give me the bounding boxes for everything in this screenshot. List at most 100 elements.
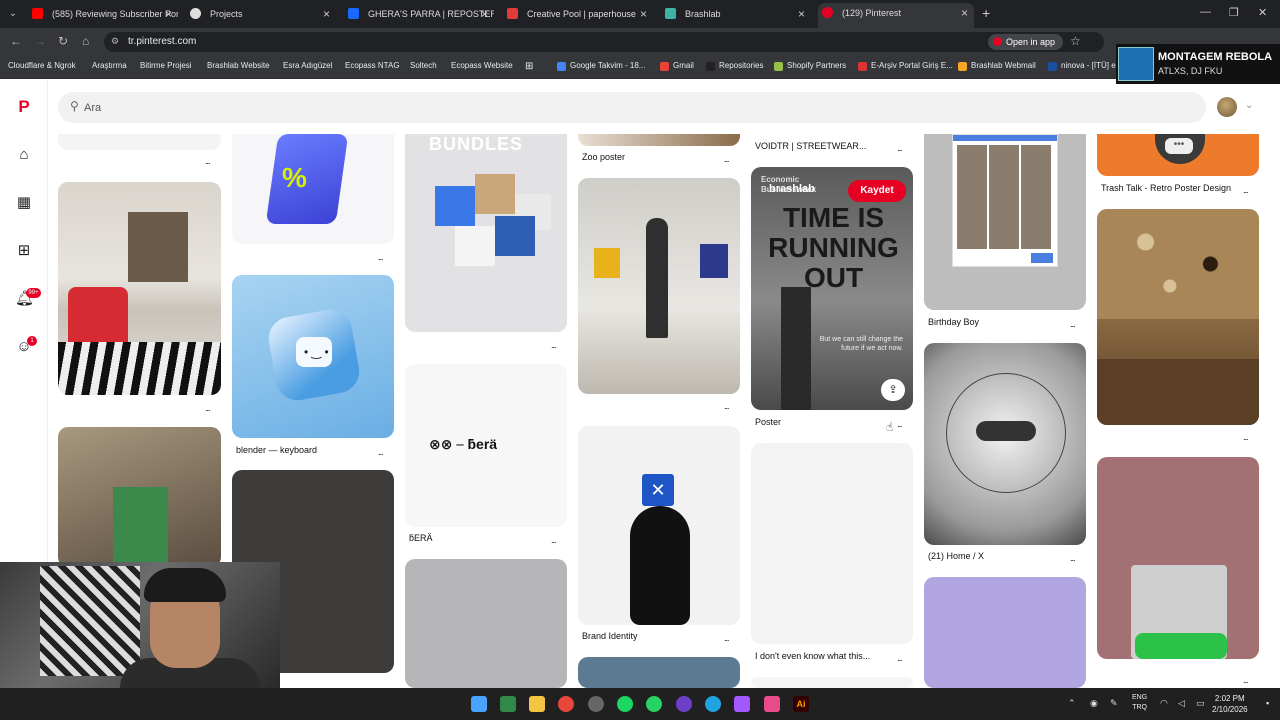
bookmark-item[interactable]: Bitirme Projesi (140, 61, 192, 70)
bookmark-item[interactable]: Brashlab Webmail (958, 61, 1036, 71)
tab-search-icon[interactable]: ⌄ (4, 5, 22, 23)
chevron-down-icon[interactable]: ⌄ (1245, 100, 1253, 111)
pin-image-hat[interactable] (1097, 209, 1259, 425)
more-options-icon[interactable]: ... (1243, 185, 1248, 195)
more-options-icon[interactable]: ... (205, 403, 210, 413)
explore-icon[interactable]: ▦ (15, 194, 33, 212)
pin-image-box[interactable] (58, 427, 221, 567)
pin-image-discount[interactable]: % (232, 134, 394, 244)
close-tab-icon[interactable]: × (323, 4, 330, 24)
pin-image-bera[interactable]: ⊗⊗ ━━ ƃerä (405, 364, 567, 527)
share-icon[interactable]: ⇪ (881, 379, 905, 401)
more-options-icon[interactable]: ... (378, 252, 383, 262)
bookmark-item[interactable]: Esra Adıgüzel (283, 61, 332, 70)
more-options-icon[interactable]: ... (724, 154, 729, 164)
site-info-icon[interactable]: ⚙ (111, 36, 119, 47)
reload-icon[interactable]: ↻ (58, 34, 68, 48)
pin-title[interactable]: I don't even know what this... (755, 651, 870, 661)
browser-tab-projects[interactable]: Projects × (186, 4, 336, 24)
create-icon[interactable]: ⊞ (15, 242, 33, 260)
bookmark-star-icon[interactable]: ☆ (1070, 34, 1081, 48)
pin-title[interactable]: Poster (755, 417, 781, 427)
more-options-icon[interactable]: ... (1070, 553, 1075, 563)
bookmark-item[interactable]: Repositories (706, 61, 763, 71)
bookmark-item[interactable]: Ecopass NTAG (345, 61, 400, 70)
start-icon[interactable] (471, 696, 487, 712)
more-options-icon[interactable]: ... (897, 419, 902, 429)
bookmark-item[interactable]: Ecopass Website (451, 61, 513, 70)
illustrator-icon[interactable]: Ai (793, 696, 809, 712)
more-options-icon[interactable]: ... (378, 447, 383, 457)
pin-image-birthday[interactable] (924, 134, 1086, 310)
close-tab-icon[interactable]: × (165, 4, 172, 24)
more-options-icon[interactable]: ... (724, 401, 729, 411)
pin-image-glass[interactable] (1097, 457, 1259, 659)
pin-image-poster[interactable]: Economic Businessweek brashlab TIME IS R… (751, 167, 913, 410)
pin-image-gallery[interactable] (578, 178, 740, 394)
language-indicator[interactable]: ENG TRQ (1132, 693, 1147, 713)
bookmark-item[interactable]: Araştırma (92, 61, 127, 70)
pin-title[interactable]: Birthday Boy (928, 317, 979, 327)
bookmark-item[interactable]: Brashlab Website (207, 61, 270, 70)
browser-tab-brashlab[interactable]: Brashlab × (661, 4, 811, 24)
close-window-icon[interactable]: ✕ (1258, 6, 1267, 19)
more-options-icon[interactable]: ... (1070, 319, 1075, 329)
battery-icon[interactable]: ▭ (1196, 698, 1205, 709)
more-options-icon[interactable]: ... (1243, 675, 1248, 685)
pin-title[interactable]: Brand Identity (582, 631, 638, 641)
app-icon[interactable] (588, 696, 604, 712)
clock[interactable]: 2:02 PM 2/10/2026 (1212, 693, 1248, 715)
pin-image-lilac[interactable] (924, 577, 1086, 688)
notification-center-icon[interactable]: ▪ (1266, 698, 1269, 708)
new-tab-icon[interactable]: + (982, 5, 990, 21)
apps-grid-icon[interactable]: ⊞ (525, 61, 533, 72)
close-tab-icon[interactable]: × (798, 4, 805, 24)
app-icon[interactable] (500, 696, 516, 712)
maximize-icon[interactable]: ❐ (1229, 6, 1239, 19)
app-icon[interactable] (676, 696, 692, 712)
pin-image[interactable] (751, 677, 913, 688)
pin-image-zoo[interactable] (578, 134, 740, 146)
bookmark-item[interactable]: Cloudflare & Ngrok (8, 61, 76, 70)
close-tab-icon[interactable]: × (640, 4, 647, 24)
tray-chevron-icon[interactable]: ⌃ (1068, 698, 1076, 709)
close-tab-icon[interactable]: × (481, 4, 488, 24)
pin-image-trash-talk[interactable]: ••• (1097, 134, 1259, 176)
bookmark-item[interactable]: Soltech (410, 61, 437, 70)
pin-title[interactable]: VOIDTR | STREETWEAR... (755, 141, 866, 151)
pin-title[interactable]: Trash Talk - Retro Poster Design (1101, 183, 1231, 193)
edge-icon[interactable] (705, 696, 721, 712)
bookmark-item[interactable]: E-Arşiv Portal Giriş E... (858, 61, 953, 71)
spotify-icon[interactable] (617, 696, 633, 712)
minimize-icon[interactable]: — (1200, 6, 1211, 18)
pin-image-brand-identity[interactable]: ✕ (578, 426, 740, 625)
tray-icon[interactable]: ◉ (1090, 698, 1098, 709)
chrome-icon[interactable] (558, 696, 574, 712)
figma-icon[interactable] (734, 696, 750, 712)
search-input[interactable] (84, 100, 384, 116)
browser-tab-youtube[interactable]: (585) Reviewing Subscriber Por × (28, 4, 178, 24)
pin-image-oakley[interactable] (924, 343, 1086, 545)
pin-title[interactable]: ƃERÄ (409, 533, 433, 543)
bookmark-item[interactable]: ninova - [İTÜ] e-O (1048, 61, 1125, 71)
pin-title[interactable]: Zoo poster (582, 152, 625, 162)
bookmark-item[interactable]: Shopify Partners (774, 61, 846, 71)
pin-image-grey[interactable] (405, 559, 567, 688)
save-button[interactable]: Kaydet (848, 180, 906, 202)
back-icon[interactable]: ← (10, 34, 22, 48)
pin-image-bundles[interactable]: BUNDLES (405, 134, 567, 332)
more-options-icon[interactable]: ... (724, 633, 729, 643)
whatsapp-icon[interactable] (646, 696, 662, 712)
url-text[interactable]: tr.pinterest.com (128, 36, 196, 47)
file-explorer-icon[interactable] (529, 696, 545, 712)
more-options-icon[interactable]: ... (551, 535, 556, 545)
more-options-icon[interactable]: ... (551, 340, 556, 350)
volume-icon[interactable]: ◁ (1178, 698, 1185, 709)
wifi-icon[interactable]: ◠ (1160, 698, 1168, 709)
pin-image-living-room[interactable] (58, 182, 221, 395)
home-icon[interactable]: ⌂ (15, 146, 33, 164)
pin-title[interactable]: (21) Home / X (928, 551, 984, 561)
omnibox[interactable] (104, 32, 1104, 52)
pin-image-blank[interactable] (751, 443, 913, 644)
bookmark-item[interactable]: Gmail (660, 61, 694, 71)
